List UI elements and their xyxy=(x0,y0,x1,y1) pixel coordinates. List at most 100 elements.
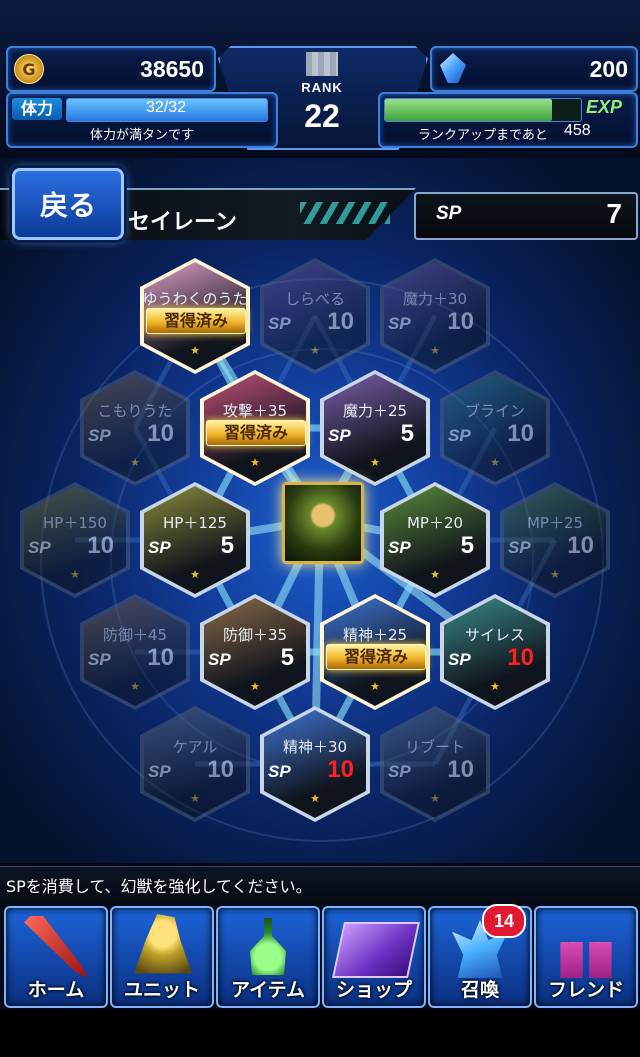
star-icon: ★ xyxy=(250,456,260,469)
node-sp-cost: 10 xyxy=(447,756,474,783)
star-icon: ★ xyxy=(430,568,440,581)
node-label: 精神＋30 xyxy=(282,738,348,756)
node-label: ブライン xyxy=(464,402,525,420)
stamina-message: 体力が満タンです xyxy=(89,128,194,143)
nav-shop-button[interactable]: ショップ xyxy=(322,906,426,1008)
friend-icon xyxy=(560,942,612,978)
star-icon: ★ xyxy=(250,680,260,693)
acquired-badge: 習得済み xyxy=(146,308,246,334)
sp-value: 7 xyxy=(606,198,622,229)
node-sp-cost: 5 xyxy=(460,532,474,559)
nav-home-label: ホーム xyxy=(27,979,85,1001)
node-label: こもりうた xyxy=(97,402,173,420)
stamina-value: 32/32 xyxy=(145,99,187,116)
star-icon: ★ xyxy=(430,344,440,357)
node-sp-cost: 10 xyxy=(147,644,174,671)
exp-fill xyxy=(385,99,552,121)
node-sp-label: SP xyxy=(28,538,51,557)
node-label: HP＋150 xyxy=(43,514,107,532)
ability-node-n3[interactable]: こもりうた SP 10 ★ xyxy=(80,370,190,486)
star-icon: ★ xyxy=(370,680,380,693)
exp-panel: EXP ランクアップまであと 458 xyxy=(378,92,638,148)
star-icon: ★ xyxy=(550,568,560,581)
acquired-badge: 習得済み xyxy=(206,420,306,446)
node-label: 魔力＋30 xyxy=(402,290,468,308)
shop-bag-icon xyxy=(332,922,420,978)
rank-number: 22 xyxy=(304,98,340,134)
node-sp-label: SP xyxy=(88,650,111,669)
unit-hero-icon xyxy=(134,914,192,974)
nav-friend-button[interactable]: フレンド xyxy=(534,906,638,1008)
star-icon: ★ xyxy=(310,792,320,805)
node-sp-cost: 10 xyxy=(207,756,234,783)
player-name-redacted xyxy=(306,52,338,76)
star-icon: ★ xyxy=(190,792,200,805)
node-label: ケアル xyxy=(172,738,218,756)
nav-summon-label: 召喚 xyxy=(460,979,499,1001)
node-sp-label: SP xyxy=(388,314,411,333)
ability-node-n16[interactable]: 精神＋30 SP 10 ★ xyxy=(260,706,370,822)
node-sp-cost: 10 xyxy=(147,420,174,447)
potion-icon xyxy=(250,918,286,975)
exp-label: EXP xyxy=(586,97,623,117)
lapis-amount: 200 xyxy=(589,56,628,82)
nav-item-label: アイテム xyxy=(230,979,306,1001)
node-label: 精神＋25 xyxy=(342,626,408,644)
sp-available: SP 7 xyxy=(414,192,638,240)
node-sp-label: SP xyxy=(508,538,531,557)
sp-label: SP xyxy=(436,203,462,224)
back-button[interactable]: 戻る xyxy=(12,168,124,240)
esper-portrait[interactable] xyxy=(282,482,364,564)
node-label: 防御＋45 xyxy=(102,626,168,644)
ability-node-n6[interactable]: ブライン SP 10 ★ xyxy=(440,370,550,486)
node-sp-cost: 10 xyxy=(567,532,594,559)
nav-unit-button[interactable]: ユニット xyxy=(110,906,214,1008)
node-label: 攻撃＋35 xyxy=(222,402,288,420)
node-label: MP＋25 xyxy=(526,514,584,532)
ability-node-n12[interactable]: 防御＋35 SP 5 ★ xyxy=(200,594,310,710)
node-sp-label: SP xyxy=(208,650,231,669)
exp-remaining: 458 xyxy=(564,122,591,139)
node-label: HP＋125 xyxy=(163,514,227,532)
star-icon: ★ xyxy=(70,568,80,581)
instruction-text: SPを消費して、幻獣を強化してください。 xyxy=(6,877,312,896)
star-icon: ★ xyxy=(370,456,380,469)
node-label: 魔力＋25 xyxy=(342,402,408,420)
ability-node-n14[interactable]: サイレス SP 10 ★ xyxy=(440,594,550,710)
ability-node-n10[interactable]: MP＋25 SP 10 ★ xyxy=(500,482,610,598)
ability-node-n11[interactable]: 防御＋45 SP 10 ★ xyxy=(80,594,190,710)
sword-icon xyxy=(24,916,88,978)
ability-node-n17[interactable]: リブート SP 10 ★ xyxy=(380,706,490,822)
title-stripe-decoration xyxy=(300,202,390,224)
ability-node-n8[interactable]: HP＋125 SP 5 ★ xyxy=(140,482,250,598)
acquired-badge: 習得済み xyxy=(326,644,426,670)
gil-coin-icon: G xyxy=(14,54,44,84)
ability-node-n7[interactable]: HP＋150 SP 10 ★ xyxy=(20,482,130,598)
star-icon: ★ xyxy=(190,568,200,581)
ability-node-n5[interactable]: 魔力＋25 SP 5 ★ xyxy=(320,370,430,486)
node-sp-cost: 10 xyxy=(507,420,534,447)
ability-node-n13[interactable]: 精神＋25 習得済み ★ xyxy=(320,594,430,710)
star-icon: ★ xyxy=(490,456,500,469)
ability-node-n1[interactable]: しらべる SP 10 ★ xyxy=(260,258,370,374)
ability-node-n4[interactable]: 攻撃＋35 習得済み ★ xyxy=(200,370,310,486)
exp-bar xyxy=(384,98,582,122)
ability-node-n0[interactable]: ゆうわくのうた 習得済み ★ xyxy=(140,258,250,374)
nav-item-button[interactable]: アイテム xyxy=(216,906,320,1008)
ability-node-n2[interactable]: 魔力＋30 SP 10 ★ xyxy=(380,258,490,374)
star-icon: ★ xyxy=(130,680,140,693)
node-sp-cost: 10 xyxy=(507,644,534,671)
node-sp-label: SP xyxy=(448,650,471,669)
summon-badge: 14 xyxy=(482,904,526,938)
gil-amount: 38650 xyxy=(140,56,204,82)
node-sp-cost: 5 xyxy=(280,644,294,671)
ability-node-n15[interactable]: ケアル SP 10 ★ xyxy=(140,706,250,822)
node-sp-label: SP xyxy=(388,762,411,781)
nav-home-button[interactable]: ホーム xyxy=(4,906,108,1008)
node-label: サイレス xyxy=(464,626,525,644)
esper-name: セイレーン xyxy=(128,210,237,235)
ability-node-n9[interactable]: MP＋20 SP 5 ★ xyxy=(380,482,490,598)
star-icon: ★ xyxy=(190,344,200,357)
lapis-counter[interactable]: 200 xyxy=(430,46,638,92)
star-icon: ★ xyxy=(430,792,440,805)
